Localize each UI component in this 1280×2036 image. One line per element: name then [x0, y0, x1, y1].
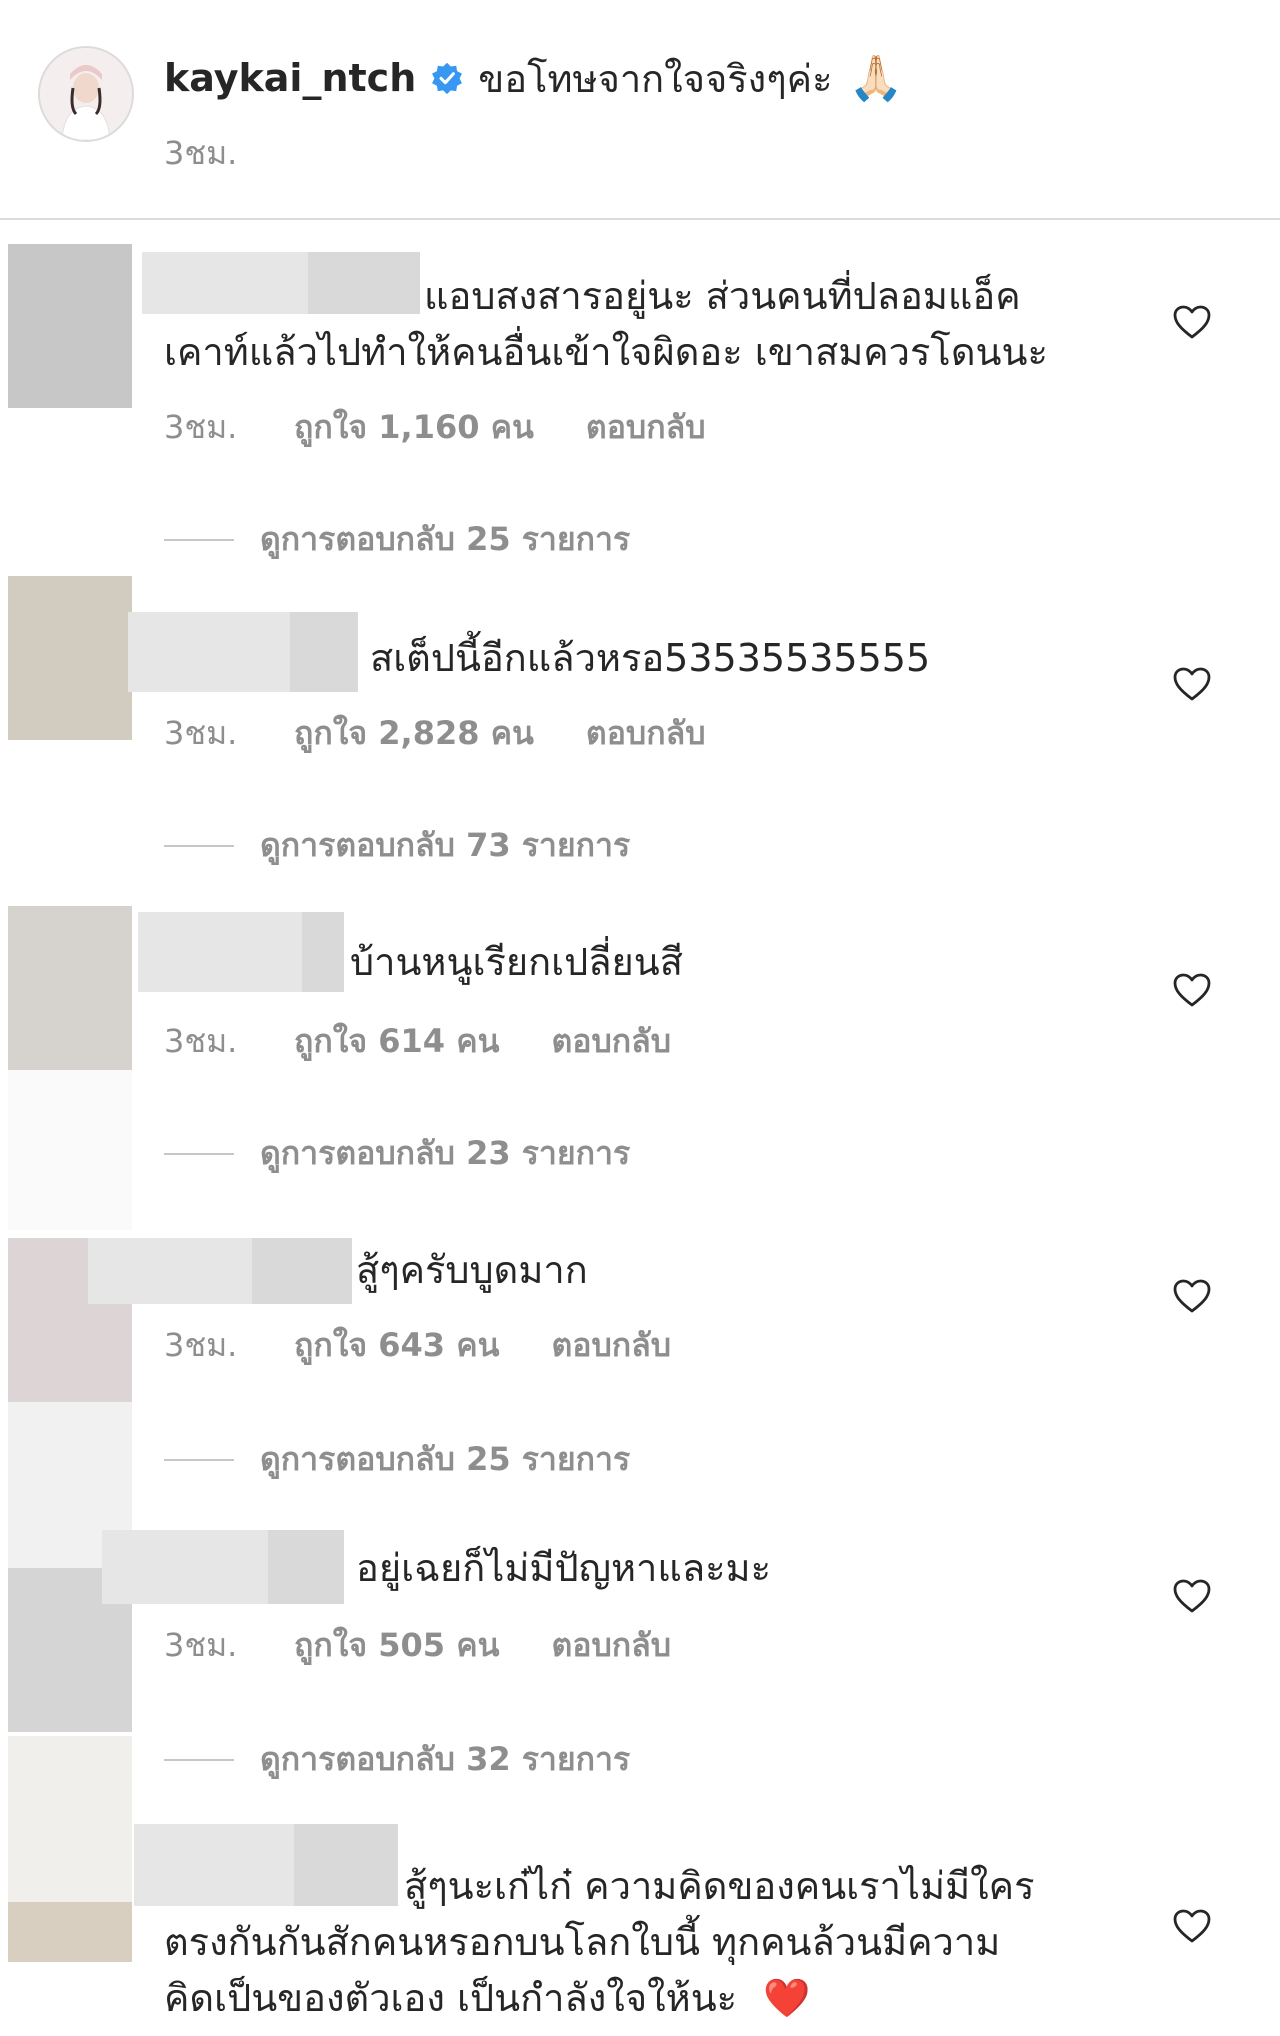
comment-meta: 3ชม. ถูกใจ 505 คน ตอบกลับ — [164, 1620, 671, 1671]
owner-username[interactable]: kaykai_ntch — [164, 56, 416, 100]
comment-meta: 3ชม. ถูกใจ 2,828 คน ตอบกลับ — [164, 708, 706, 759]
red-heart-emoji: ❤️ — [763, 1976, 811, 2020]
verified-badge-icon — [432, 62, 463, 95]
comment-like-count[interactable]: ถูกใจ 505 คน — [294, 1620, 499, 1671]
commenter-username-blurred[interactable] — [128, 612, 358, 692]
view-replies-label: ดูการตอบกลับ 25 รายการ — [260, 1440, 631, 1478]
comment-timestamp: 3ชม. — [164, 1022, 238, 1060]
comment-text-last-line: คิดเป็นของตัวเอง เป็นกำลังใจให้นะ ❤️ — [164, 1970, 811, 2026]
comment-timestamp: 3ชม. — [164, 714, 238, 752]
post-timestamp: 3ชม. — [164, 134, 238, 172]
heart-icon[interactable] — [1172, 304, 1212, 340]
view-replies-button[interactable]: ดูการตอบกลับ 73 รายการ — [164, 820, 630, 871]
commenter-avatar[interactable] — [8, 244, 132, 408]
comment-item: สู้ๆนะเก๋ไก๋ ความคิดของคนเราไม่มีใคร ตรง… — [0, 1820, 1280, 2036]
reply-button[interactable]: ตอบกลับ — [551, 1620, 671, 1671]
replies-divider-line — [164, 1758, 234, 1761]
commenter-username-blurred[interactable] — [142, 252, 420, 314]
commenter-username-blurred[interactable] — [102, 1530, 344, 1604]
comment-item: อยู่เฉยก็ไม่มีปัญหาและมะ 3ชม. ถูกใจ 505 … — [0, 1520, 1280, 1820]
comment-like-count[interactable]: ถูกใจ 643 คน — [294, 1320, 499, 1371]
reply-button[interactable]: ตอบกลับ — [586, 402, 706, 453]
owner-avatar[interactable] — [38, 46, 134, 142]
comment-text: เคาท์แล้วไปทำให้คนอื่นเข้าใจผิดอะ เขาสมค… — [164, 330, 1048, 374]
view-replies-button[interactable]: ดูการตอบกลับ 25 รายการ — [164, 514, 630, 565]
view-replies-label: ดูการตอบกลับ 23 รายการ — [260, 1134, 631, 1172]
comment-text: อยู่เฉยก็ไม่มีปัญหาและมะ — [356, 1546, 771, 1590]
commenter-username-blurred[interactable] — [134, 1824, 398, 1906]
praying-hands-emoji: 🙏🏻 — [848, 53, 904, 104]
reply-button[interactable]: ตอบกลับ — [551, 1016, 671, 1067]
comment-text: สู้ๆนะเก๋ไก๋ ความคิดของคนเราไม่มีใคร — [404, 1864, 1035, 1908]
comment-meta: 3ชม. ถูกใจ 614 คน ตอบกลับ — [164, 1016, 671, 1067]
comment-meta: 3ชม. ถูกใจ 643 คน ตอบกลับ — [164, 1320, 671, 1371]
comment-timestamp: 3ชม. — [164, 1626, 238, 1664]
comment-like-count[interactable]: ถูกใจ 614 คน — [294, 1016, 499, 1067]
heart-icon[interactable] — [1172, 666, 1212, 702]
comment-text: คิดเป็นของตัวเอง เป็นกำลังใจให้นะ — [164, 1976, 738, 2020]
comment-text: แอบสงสารอยู่นะ ส่วนคนที่ปลอมแอ็ค — [424, 274, 1021, 318]
view-replies-button[interactable]: ดูการตอบกลับ 23 รายการ — [164, 1128, 630, 1179]
view-replies-label: ดูการตอบกลับ 25 รายการ — [260, 520, 631, 558]
heart-icon[interactable] — [1172, 1908, 1212, 1944]
replies-divider-line — [164, 1152, 234, 1155]
comment-item: บ้านหนูเรียกเปลี่ยนสี 3ชม. ถูกใจ 614 คน … — [0, 906, 1280, 1206]
view-replies-label: ดูการตอบกลับ 32 รายการ — [260, 1740, 631, 1778]
comment-text: สเต็ปนี้อีกแล้วหรอ53535535555 — [370, 636, 931, 680]
comment-like-count[interactable]: ถูกใจ 1,160 คน — [294, 402, 534, 453]
comment-text: บ้านหนูเรียกเปลี่ยนสี — [350, 940, 683, 984]
replies-divider-line — [164, 1458, 234, 1461]
commenter-avatar[interactable] — [8, 576, 132, 740]
heart-icon[interactable] — [1172, 1278, 1212, 1314]
replies-divider-line — [164, 538, 234, 541]
view-replies-button[interactable]: ดูการตอบกลับ 25 รายการ — [164, 1434, 630, 1485]
comment-timestamp: 3ชม. — [164, 1326, 238, 1364]
replies-divider-line — [164, 844, 234, 847]
post-header: kaykai_ntch ขอโทษจากใจจริงๆค่ะ 🙏🏻 3ชม. — [0, 0, 1280, 220]
comment-text: ตรงกันกันสักคนหรอกบนโลกใบนี้ ทุกคนล้วนมี… — [164, 1920, 1001, 1964]
commenter-avatar[interactable] — [8, 906, 132, 1070]
view-replies-label: ดูการตอบกลับ 73 รายการ — [260, 826, 631, 864]
commenter-username-blurred[interactable] — [138, 912, 344, 992]
commenter-username-blurred[interactable] — [88, 1238, 352, 1304]
reply-button[interactable]: ตอบกลับ — [551, 1320, 671, 1371]
comment-timestamp: 3ชม. — [164, 408, 238, 446]
comment-item: แอบสงสารอยู่นะ ส่วนคนที่ปลอมแอ็ค เคาท์แล… — [0, 244, 1280, 564]
comment-item: สเต็ปนี้อีกแล้วหรอ53535535555 3ชม. ถูกใจ… — [0, 574, 1280, 874]
heart-icon[interactable] — [1172, 1578, 1212, 1614]
comment-like-count[interactable]: ถูกใจ 2,828 คน — [294, 708, 534, 759]
commenter-avatar[interactable] — [8, 1902, 132, 1962]
post-caption: ขอโทษจากใจจริงๆค่ะ — [478, 56, 833, 101]
comment-item: สู้ๆครับบูดมาก 3ชม. ถูกใจ 643 คน ตอบกลับ… — [0, 1212, 1280, 1512]
reply-button[interactable]: ตอบกลับ — [586, 708, 706, 759]
view-replies-button[interactable]: ดูการตอบกลับ 32 รายการ — [164, 1734, 630, 1785]
comment-text: สู้ๆครับบูดมาก — [356, 1248, 588, 1292]
heart-icon[interactable] — [1172, 972, 1212, 1008]
avatar-strip-decor — [8, 1070, 132, 1230]
comment-meta: 3ชม. ถูกใจ 1,160 คน ตอบกลับ — [164, 402, 706, 453]
